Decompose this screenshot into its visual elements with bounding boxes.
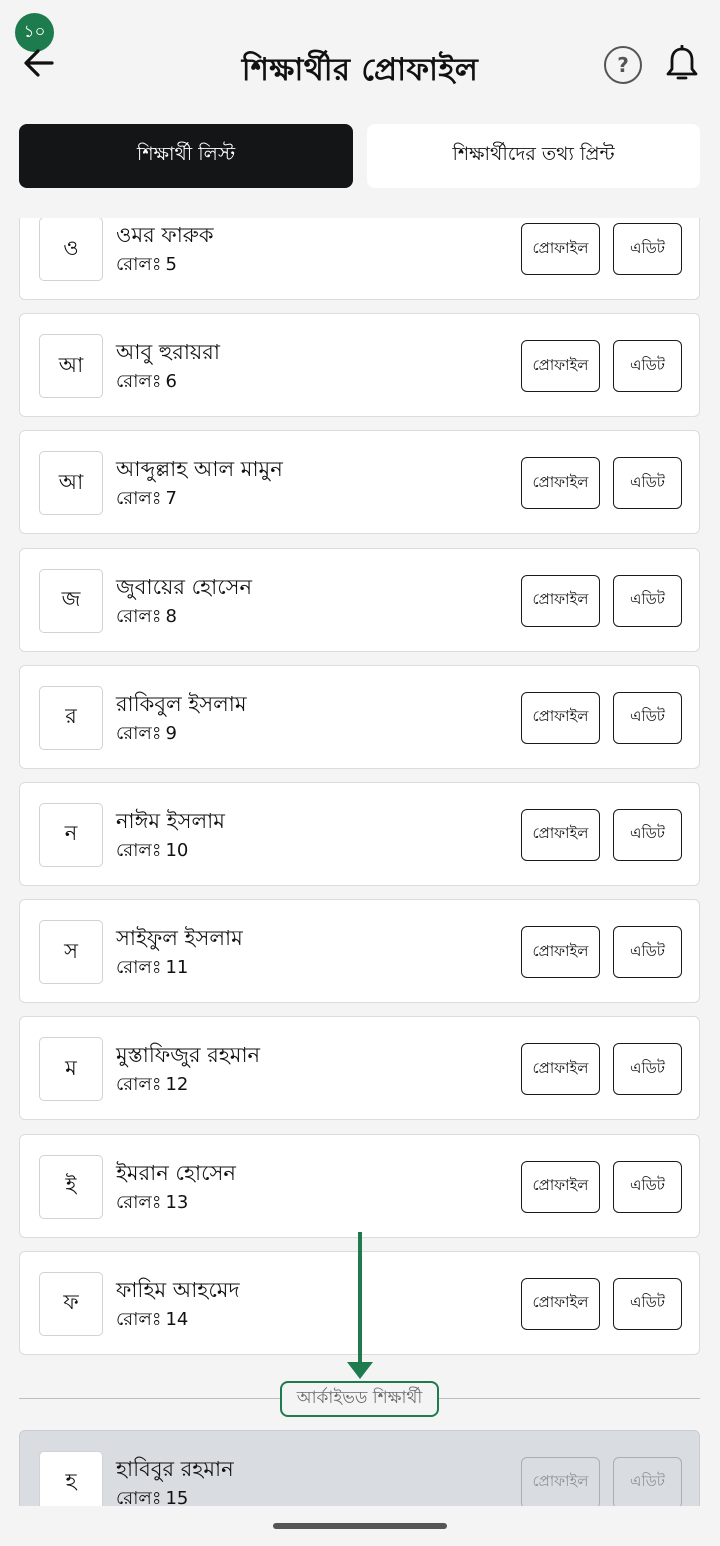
roll-label: রোলঃ bbox=[116, 957, 162, 979]
student-avatar: র bbox=[39, 685, 103, 750]
annotation-arrow-icon bbox=[347, 1232, 373, 1379]
student-avatar: আ bbox=[39, 334, 103, 399]
profile-button[interactable]: প্রোফাইল bbox=[521, 1160, 600, 1213]
profile-button[interactable]: প্রোফাইল bbox=[521, 1277, 600, 1330]
edit-button[interactable]: এডিট bbox=[613, 340, 682, 393]
roll-number: 10 bbox=[165, 839, 189, 861]
roll-number: 14 bbox=[165, 1308, 189, 1330]
profile-button[interactable]: প্রোফাইল bbox=[521, 926, 600, 979]
roll-label: রোলঃ bbox=[116, 605, 162, 627]
roll-label: রোলঃ bbox=[116, 1487, 162, 1506]
student-card: স সাইফুল ইসলাম রোলঃ 11 প্রোফাইল এডিট bbox=[19, 899, 700, 1004]
archived-section-label: আর্কাইভড শিক্ষার্থী bbox=[280, 1380, 439, 1417]
profile-button[interactable]: প্রোফাইল bbox=[521, 808, 600, 861]
student-name: আবু হুরায়রা bbox=[116, 340, 220, 365]
roll-label: রোলঃ bbox=[116, 839, 162, 861]
student-card: জ জুবায়ের হোসেন রোলঃ 8 প্রোফাইল এডিট bbox=[19, 547, 700, 652]
student-card: আ আবু হুরায়রা রোলঃ 6 প্রোফাইল এডিট bbox=[19, 313, 700, 418]
help-button[interactable]: ? bbox=[604, 46, 642, 84]
student-name: আব্দুল্লাহ আল মামুন bbox=[116, 457, 283, 482]
student-roll: রোলঃ 6 bbox=[116, 367, 177, 398]
tab-bar: শিক্ষার্থী লিস্ট শিক্ষার্থীদের তথ্য প্রি… bbox=[19, 124, 700, 188]
profile-button[interactable]: প্রোফাইল bbox=[521, 691, 600, 744]
edit-button[interactable]: এডিট bbox=[613, 1456, 682, 1506]
tab-student-list[interactable]: শিক্ষার্থী লিস্ট bbox=[19, 124, 353, 188]
edit-button[interactable]: এডিট bbox=[613, 1277, 682, 1330]
edit-button[interactable]: এডিট bbox=[613, 574, 682, 627]
roll-label: রোলঃ bbox=[116, 1074, 162, 1096]
student-roll: রোলঃ 9 bbox=[116, 719, 177, 750]
notifications-button[interactable] bbox=[664, 44, 700, 83]
tab-print-student-info[interactable]: শিক্ষার্থীদের তথ্য প্রিন্ট bbox=[367, 124, 700, 188]
roll-label: রোলঃ bbox=[116, 488, 162, 510]
student-avatar: ফ bbox=[39, 1271, 103, 1336]
bell-icon bbox=[666, 44, 698, 80]
student-card: আ আব্দুল্লাহ আল মামুন রোলঃ 7 প্রোফাইল এডিট bbox=[19, 430, 700, 535]
roll-number: 15 bbox=[165, 1487, 189, 1506]
student-roll: রোলঃ 5 bbox=[116, 250, 177, 281]
student-roll: রোলঃ 10 bbox=[116, 836, 188, 867]
student-avatar: জ bbox=[39, 568, 103, 633]
edit-button[interactable]: এডিট bbox=[613, 1160, 682, 1213]
edit-button[interactable]: এডিট bbox=[613, 457, 682, 510]
student-name: হাবিবুর রহমান bbox=[116, 1456, 234, 1481]
edit-button[interactable]: এডিট bbox=[613, 223, 682, 275]
roll-number: 9 bbox=[165, 722, 177, 744]
student-name: নাঈম ইসলাম bbox=[116, 808, 225, 833]
profile-button[interactable]: প্রোফাইল bbox=[521, 1456, 600, 1506]
profile-button[interactable]: প্রোফাইল bbox=[521, 457, 600, 510]
profile-button[interactable]: প্রোফাইল bbox=[521, 1043, 600, 1096]
archived-student-card: হ হাবিবুর রহমান রোলঃ 15 প্রোফাইল এডিট bbox=[19, 1429, 700, 1506]
home-indicator[interactable] bbox=[273, 1523, 447, 1529]
student-avatar: ই bbox=[39, 1154, 103, 1219]
question-circle-icon: ? bbox=[617, 53, 629, 77]
roll-label: রোলঃ bbox=[116, 722, 162, 744]
student-name: ফাহিম আহমেদ bbox=[116, 1277, 240, 1302]
student-name: সাইফুল ইসলাম bbox=[116, 926, 243, 951]
student-avatar: হ bbox=[39, 1450, 103, 1506]
edit-button[interactable]: এডিট bbox=[613, 808, 682, 861]
student-avatar: ম bbox=[39, 1037, 103, 1102]
roll-number: 5 bbox=[165, 254, 177, 275]
edit-button[interactable]: এডিট bbox=[613, 1043, 682, 1096]
roll-label: রোলঃ bbox=[116, 371, 162, 393]
roll-number: 12 bbox=[165, 1074, 189, 1096]
roll-label: রোলঃ bbox=[116, 254, 162, 275]
roll-number: 6 bbox=[165, 371, 177, 393]
roll-label: রোলঃ bbox=[116, 1308, 162, 1330]
profile-button[interactable]: প্রোফাইল bbox=[521, 574, 600, 627]
student-avatar: ন bbox=[39, 802, 103, 867]
roll-label: রোলঃ bbox=[116, 1191, 162, 1213]
student-roll: রোলঃ 14 bbox=[116, 1305, 188, 1336]
student-roll: রোলঃ 12 bbox=[116, 1070, 188, 1101]
roll-number: 13 bbox=[165, 1191, 189, 1213]
student-roll: রোলঃ 8 bbox=[116, 602, 177, 633]
student-avatar: আ bbox=[39, 451, 103, 516]
student-roll: রোলঃ 7 bbox=[116, 484, 177, 515]
student-avatar: ও bbox=[39, 218, 103, 281]
roll-number: 8 bbox=[165, 605, 177, 627]
profile-button[interactable]: প্রোফাইল bbox=[521, 340, 600, 393]
student-name: ওমর ফারুক bbox=[116, 223, 214, 247]
student-card: র রাকিবুল ইসলাম রোলঃ 9 প্রোফাইল এডিট bbox=[19, 664, 700, 769]
student-name: রাকিবুল ইসলাম bbox=[116, 691, 247, 716]
student-roll: রোলঃ 15 bbox=[116, 1484, 188, 1506]
roll-number: 11 bbox=[165, 957, 189, 979]
student-card: ম মুস্তাফিজুর রহমান রোলঃ 12 প্রোফাইল এডিট bbox=[19, 1016, 700, 1121]
edit-button[interactable]: এডিট bbox=[613, 691, 682, 744]
student-card: ও ওমর ফারুক রোলঃ 5 প্রোফাইল এডিট bbox=[19, 218, 700, 300]
student-avatar: স bbox=[39, 920, 103, 985]
profile-button[interactable]: প্রোফাইল bbox=[521, 223, 600, 275]
student-name: ইমরান হোসেন bbox=[116, 1160, 236, 1185]
student-card: ন নাঈম ইসলাম রোলঃ 10 প্রোফাইল এডিট bbox=[19, 781, 700, 886]
roll-number: 7 bbox=[165, 488, 177, 510]
student-roll: রোলঃ 13 bbox=[116, 1188, 188, 1219]
app-header: শিক্ষার্থীর প্রোফাইল ? bbox=[0, 30, 720, 104]
student-name: জুবায়ের হোসেন bbox=[116, 574, 253, 599]
edit-button[interactable]: এডিট bbox=[613, 926, 682, 979]
student-card: ই ইমরান হোসেন রোলঃ 13 প্রোফাইল এডিট bbox=[19, 1133, 700, 1238]
student-name: মুস্তাফিজুর রহমান bbox=[116, 1043, 261, 1068]
student-roll: রোলঃ 11 bbox=[116, 953, 188, 984]
